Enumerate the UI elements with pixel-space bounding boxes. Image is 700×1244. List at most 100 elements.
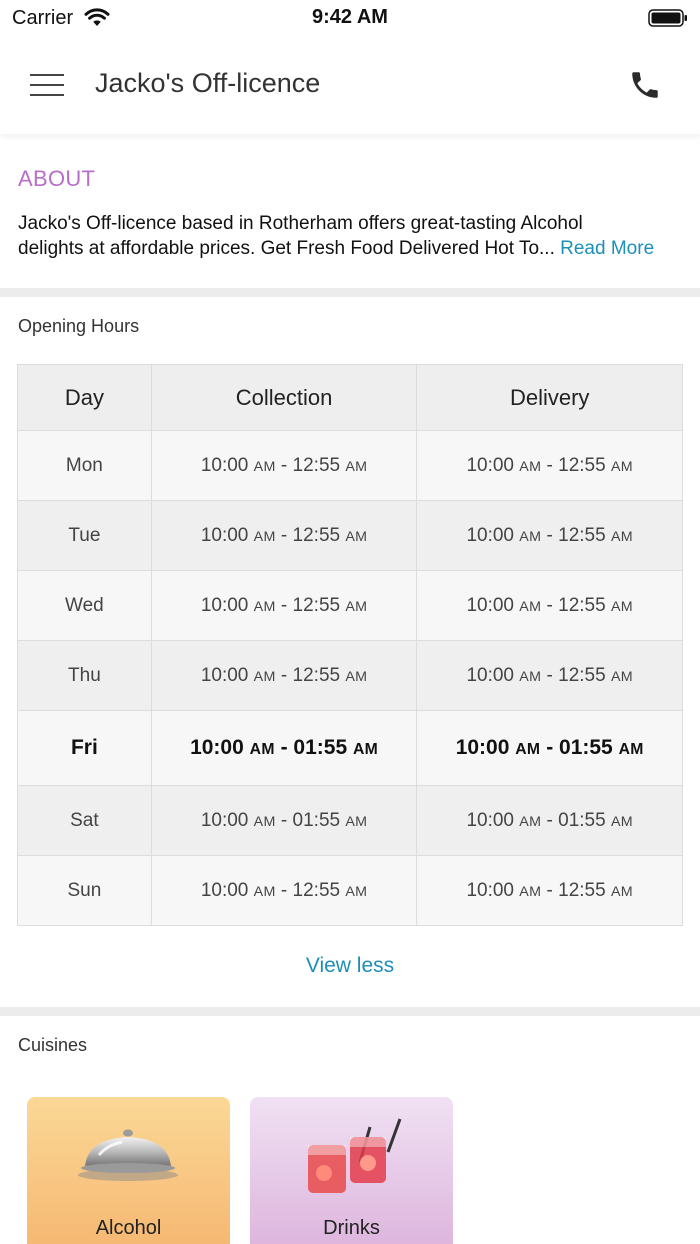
open-ampm: AM (515, 741, 541, 758)
time-separator: - (275, 524, 293, 546)
close-time: 12:55 (558, 594, 606, 616)
close-ampm: AM (610, 528, 633, 545)
collection-hours-cell: 10:00 AM - 12:55 AM (150, 500, 418, 571)
close-ampm: AM (610, 458, 633, 475)
hamburger-menu-icon[interactable] (30, 72, 64, 98)
day-cell: Sun (17, 855, 152, 926)
day-cell: Wed (17, 570, 152, 641)
open-time: 10:00 (190, 736, 244, 759)
day-cell: Thu (17, 640, 152, 711)
time-separator: - (541, 524, 559, 546)
section-divider (0, 288, 700, 297)
time-separator: - (275, 664, 293, 686)
open-time: 10:00 (200, 664, 249, 686)
open-ampm: AM (249, 741, 275, 758)
cuisine-label: Drinks (323, 1217, 380, 1239)
day-cell: Sat (17, 785, 152, 856)
delivery-hours-cell: 10:00 AM - 12:55 AM (416, 855, 683, 926)
about-line-2: delights at affordable prices. Get Fresh… (18, 238, 540, 259)
table-row: Sun 10:00 AM - 12:55 AM 10:00 AM - 12:55 A… (17, 855, 683, 926)
close-ampm: AM (345, 668, 368, 685)
collection-hours-cell: 10:00 AM - 01:55 AM (150, 785, 418, 856)
day-cell: Fri (17, 710, 152, 786)
close-ampm: AM (610, 883, 633, 900)
time-separator: - (540, 736, 560, 759)
about-section: ABOUT Jacko's Off-licence based in Rothe… (0, 136, 700, 288)
page-title: Jacko's Off-licence (95, 68, 321, 98)
collection-hours-cell: 10:00 AM - 12:55 AM (150, 430, 418, 501)
close-ampm: AM (345, 528, 368, 545)
open-time: 10:00 (200, 809, 249, 831)
about-description: Jacko's Off-licence based in Rotherham o… (18, 211, 688, 261)
time-separator: - (275, 454, 293, 476)
close-time: 12:55 (558, 664, 606, 686)
close-time: 01:55 (293, 736, 348, 759)
open-time: 10:00 (466, 879, 514, 901)
cuisine-card-alcohol[interactable]: Alcohol (27, 1097, 230, 1244)
open-time: 10:00 (455, 736, 510, 759)
app-header: Jacko's Off-licence (0, 36, 700, 134)
read-more-link[interactable]: Read More (560, 238, 654, 259)
open-ampm: AM (253, 668, 276, 685)
close-ampm: AM (610, 598, 633, 615)
open-ampm: AM (253, 458, 276, 475)
open-ampm: AM (519, 598, 542, 615)
open-time: 10:00 (200, 454, 249, 476)
column-header-collection: Collection (150, 364, 418, 431)
close-time: 12:55 (292, 524, 341, 546)
delivery-hours-cell: 10:00 AM - 12:55 AM (416, 640, 683, 711)
delivery-hours-cell: 10:00 AM - 01:55 AM (416, 710, 683, 786)
opening-hours-heading: Opening Hours (18, 316, 140, 336)
time-separator: - (274, 736, 294, 759)
collection-hours-cell: 10:00 AM - 12:55 AM (150, 640, 418, 711)
open-time: 10:00 (200, 524, 249, 546)
about-ellipsis: ... (539, 238, 555, 259)
day-cell: Mon (17, 430, 152, 501)
table-row: Sat 10:00 AM - 01:55 AM 10:00 AM - 01:55 A… (17, 785, 683, 856)
close-ampm: AM (345, 813, 368, 830)
close-time: 12:55 (292, 454, 341, 476)
close-time: 12:55 (292, 879, 341, 901)
time-separator: - (275, 594, 293, 616)
close-ampm: AM (345, 458, 368, 475)
cuisine-label: Alcohol (95, 1217, 162, 1239)
open-time: 10:00 (466, 664, 514, 686)
cuisine-card-drinks[interactable]: Drinks (250, 1097, 453, 1244)
delivery-hours-cell: 10:00 AM - 01:55 AM (416, 785, 683, 856)
status-time: 9:42 AM (312, 6, 388, 28)
column-header-delivery: Delivery (416, 364, 683, 431)
close-time: 12:55 (558, 879, 606, 901)
battery-icon (648, 9, 687, 27)
opening-hours-table: Day Collection Delivery Mon 10:00 AM - 12… (17, 364, 683, 926)
open-ampm: AM (253, 598, 276, 615)
phone-icon[interactable] (628, 68, 662, 102)
table-row: Mon 10:00 AM - 12:55 AM 10:00 AM - 12:55 A… (17, 430, 683, 501)
open-time: 10:00 (466, 809, 514, 831)
close-time: 01:55 (559, 736, 613, 759)
table-row: Wed 10:00 AM - 12:55 AM 10:00 AM - 12:55 A… (17, 570, 683, 641)
close-time: 01:55 (558, 809, 606, 831)
close-time: 01:55 (292, 809, 341, 831)
time-separator: - (275, 809, 293, 831)
table-row: Fri 10:00 AM - 01:55 AM 10:00 AM - 01:55 A… (17, 710, 683, 786)
open-ampm: AM (519, 668, 542, 685)
about-line-1: Jacko's Off-licence based in Rotherham o… (18, 213, 583, 234)
open-ampm: AM (519, 458, 542, 475)
cuisines-heading: Cuisines (18, 1035, 88, 1055)
time-separator: - (541, 809, 559, 831)
close-ampm: AM (345, 598, 368, 615)
open-time: 10:00 (466, 524, 514, 546)
close-time: 12:55 (292, 594, 341, 616)
collection-hours-cell: 10:00 AM - 12:55 AM (150, 570, 418, 641)
status-bar: Carrier 9:42 AM (0, 0, 700, 36)
about-line-2-container: delights at affordable prices. Get Fresh… (18, 236, 688, 261)
close-ampm: AM (610, 668, 633, 685)
close-ampm: AM (345, 883, 368, 900)
view-less-link[interactable]: View less (0, 954, 700, 978)
open-ampm: AM (253, 883, 276, 900)
cloche-icon (78, 1129, 178, 1181)
open-ampm: AM (519, 813, 542, 830)
delivery-hours-cell: 10:00 AM - 12:55 AM (416, 570, 683, 641)
open-ampm: AM (519, 883, 542, 900)
delivery-hours-cell: 10:00 AM - 12:55 AM (416, 430, 683, 501)
